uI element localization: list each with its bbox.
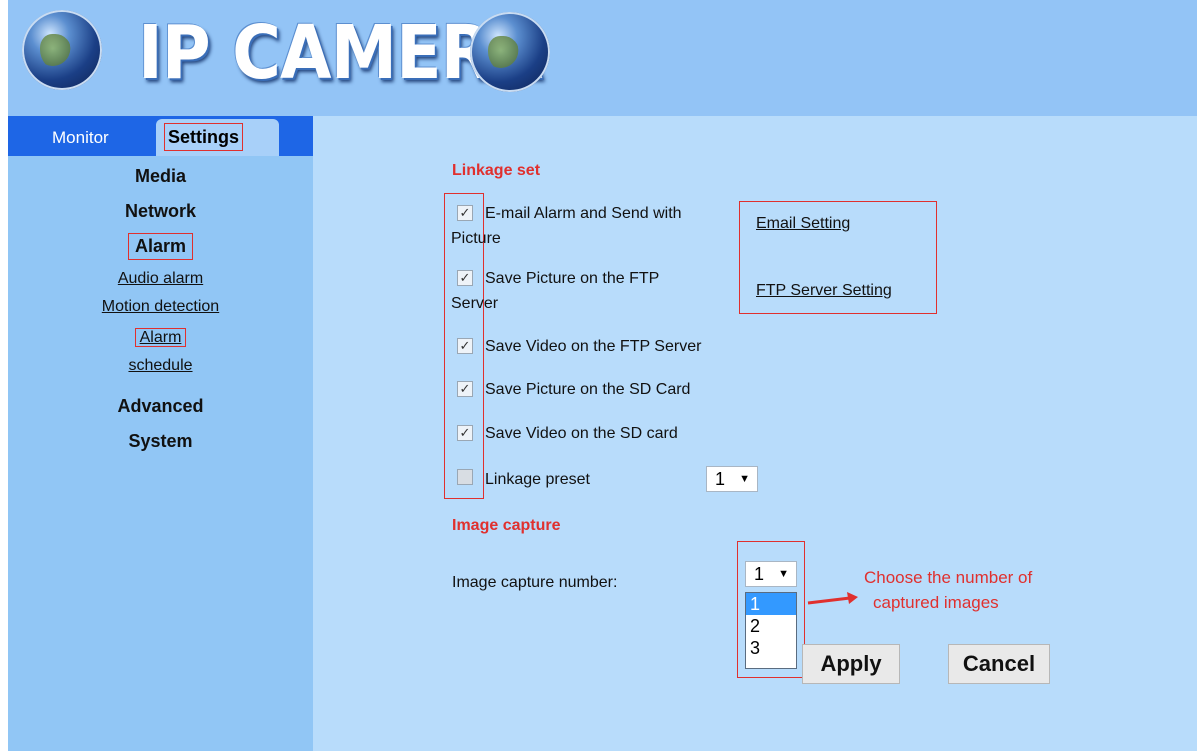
checkbox-linkage-preset[interactable] [457, 469, 473, 485]
image-capture-dropdown-list[interactable]: 1 2 3 [745, 592, 797, 669]
nav-audio-alarm[interactable]: Audio alarm [8, 270, 313, 288]
annotation-arrow-icon [807, 592, 858, 605]
option-email-alarm: E-mail Alarm and Send with [485, 205, 682, 222]
image-capture-label: Image capture number: [452, 574, 618, 591]
option-sd-video: Save Video on the SD card [485, 425, 678, 442]
option-ftp-video: Save Video on the FTP Server [485, 338, 702, 355]
chevron-down-icon: ▼ [778, 568, 789, 580]
globe-icon-left [22, 10, 102, 90]
annotation-line1: Choose the number of [864, 568, 1033, 587]
annotation-line2: captured images [873, 593, 999, 612]
checkbox-sd-video[interactable]: ✓ [457, 425, 473, 441]
option-sd-picture: Save Picture on the SD Card [485, 381, 691, 398]
globe-icon-right [470, 12, 550, 92]
chevron-down-icon: ▼ [739, 473, 750, 485]
tab-settings-label[interactable]: Settings [164, 123, 244, 151]
nav-media[interactable]: Media [8, 166, 313, 187]
tab-monitor[interactable]: Monitor [52, 128, 109, 148]
cancel-button[interactable]: Cancel [948, 644, 1050, 684]
nav-network[interactable]: Network [8, 201, 313, 222]
image-capture-value: 1 [754, 564, 765, 584]
nav-alarm[interactable]: Alarm [8, 233, 313, 260]
email-setting-link[interactable]: Email Setting [756, 215, 850, 233]
nav-alarm-schedule[interactable]: Alarm [8, 328, 313, 347]
nav-advanced[interactable]: Advanced [8, 396, 313, 417]
checkbox-ftp-video[interactable]: ✓ [457, 338, 473, 354]
option-email-alarm-line2: Picture [451, 230, 501, 247]
nav-system[interactable]: System [8, 431, 313, 452]
checkbox-sd-picture[interactable]: ✓ [457, 381, 473, 397]
apply-button[interactable]: Apply [802, 644, 900, 684]
linkage-preset-select[interactable]: 1 ▼ [706, 466, 758, 492]
dropdown-option-2[interactable]: 2 [746, 615, 796, 637]
checkbox-ftp-picture[interactable]: ✓ [457, 270, 473, 286]
option-ftp-picture-line2: Server [451, 295, 499, 312]
nav-motion-detection[interactable]: Motion detection [8, 298, 313, 316]
dropdown-option-3[interactable]: 3 [746, 637, 796, 659]
nav-alarm-schedule-line2[interactable]: schedule [8, 357, 313, 375]
checkbox-email-alarm[interactable]: ✓ [457, 205, 473, 221]
ftp-server-setting-link[interactable]: FTP Server Setting [756, 282, 892, 300]
image-capture-select[interactable]: 1 ▼ [745, 561, 797, 587]
linkage-title: Linkage set [452, 162, 541, 179]
image-capture-title: Image capture [452, 517, 561, 534]
option-linkage-preset: Linkage preset [485, 471, 590, 488]
option-ftp-picture: Save Picture on the FTP [485, 270, 660, 287]
linkage-preset-value: 1 [715, 469, 726, 489]
dropdown-option-1[interactable]: 1 [746, 593, 796, 615]
